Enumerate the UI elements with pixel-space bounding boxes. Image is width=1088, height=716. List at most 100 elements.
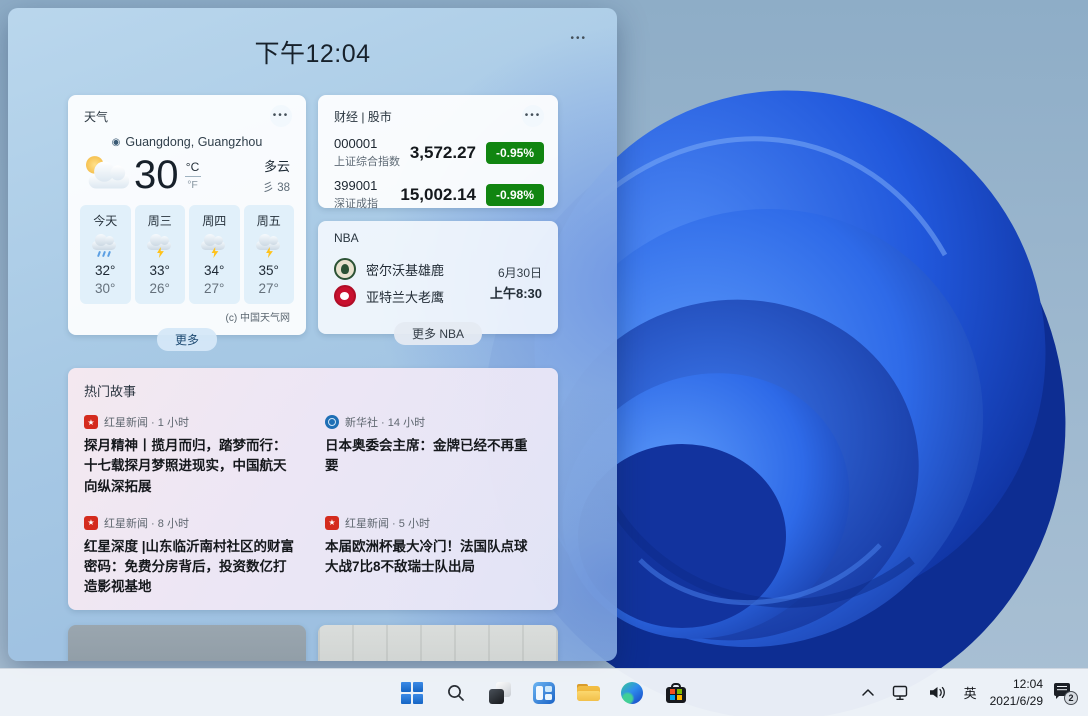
weather-aqi: 彡 38 — [263, 179, 291, 195]
search-button[interactable] — [436, 673, 476, 713]
weather-more-button[interactable]: 更多 — [157, 328, 217, 351]
stock-code: 399001 — [334, 178, 378, 193]
weather-widget[interactable]: 天气 ••• ◉ Guangdong, Guangzhou 30 °C °F 多… — [68, 95, 306, 335]
news-item[interactable]: ★ 红星新闻 · 1 小时 探月精神丨揽月而归，踏梦而行：十七载探月梦照进现实，… — [84, 414, 295, 497]
network-button[interactable] — [888, 681, 915, 705]
tray-clock[interactable]: 12:04 2021/6/29 — [990, 676, 1043, 708]
hongxing-news-icon: ★ — [84, 516, 98, 530]
stock-change-badge: -0.95% — [486, 142, 544, 164]
weather-attribution: (c) 中国天气网 — [68, 304, 306, 324]
nba-more-button[interactable]: 更多 NBA — [394, 322, 482, 345]
notification-center-button[interactable]: 2 — [1052, 681, 1078, 705]
hongxing-news-icon: ★ — [84, 415, 98, 429]
bucks-logo-icon — [334, 258, 356, 280]
news-item[interactable]: ★ 红星新闻 · 5 小时 本届欧洲杯最大冷门！法国队点球大战7比8不敌瑞士队出… — [325, 515, 536, 598]
thunderstorm-icon — [199, 235, 229, 259]
hawks-logo-icon — [334, 285, 356, 307]
team-name: 亚特兰大老鹰 — [366, 287, 444, 306]
unit-divider — [185, 176, 201, 177]
stock-change-badge: -0.98% — [486, 184, 544, 206]
weather-menu-button[interactable]: ••• — [270, 105, 292, 127]
ellipsis-icon: ••• — [525, 111, 542, 121]
forecast-day[interactable]: 周四 34° 27° — [189, 205, 240, 304]
tray-time: 12:04 — [990, 676, 1043, 692]
stock-row[interactable]: 000001 上证综合指数 3,572.27 -0.95% — [318, 127, 558, 169]
taskbar: 英 12:04 2021/6/29 2 — [0, 668, 1088, 716]
start-button[interactable] — [392, 673, 432, 713]
unit-toggle[interactable]: °C °F — [185, 160, 201, 191]
stock-name: 深证成指 — [334, 195, 378, 211]
news-headline: 红星深度 |山东临沂南村社区的财富密码：免费分房背后，投资数亿打造影视基地 — [84, 537, 295, 598]
news-headline: 日本奥委会主席：金牌已经不再重要 — [325, 436, 536, 477]
weather-location[interactable]: ◉ Guangdong, Guangzhou — [68, 135, 306, 149]
tray-overflow-button[interactable] — [857, 683, 879, 703]
thunderstorm-icon — [254, 235, 284, 259]
task-view-icon — [489, 682, 511, 704]
news-headline: 探月精神丨揽月而归，踏梦而行：十七载探月梦照进现实，中国航天向纵深拓展 — [84, 436, 295, 497]
location-pin-icon: ◉ — [112, 137, 121, 148]
microsoft-store-icon — [666, 683, 686, 703]
news-thumbnail-card[interactable] — [68, 625, 306, 661]
news-item[interactable]: ★ 红星新闻 · 8 小时 红星深度 |山东临沂南村社区的财富密码：免费分房背后… — [84, 515, 295, 598]
stock-value: 3,572.27 — [410, 143, 476, 163]
xinhua-news-icon — [325, 415, 339, 429]
game-date: 6月30日 — [490, 264, 542, 281]
file-explorer-button[interactable] — [568, 673, 608, 713]
forecast-day[interactable]: 今天 32° 30° — [80, 205, 131, 304]
news-meta: 红星新闻 · 5 小时 — [345, 515, 430, 531]
folder-icon — [577, 684, 600, 701]
panel-clock: 下午12:04 — [8, 34, 617, 70]
widgets-button[interactable] — [524, 673, 564, 713]
news-headline: 本届欧洲杯最大冷门！法国队点球大战7比8不敌瑞士队出局 — [325, 537, 536, 578]
edge-icon — [621, 682, 643, 704]
speaker-icon — [928, 685, 947, 700]
edge-button[interactable] — [612, 673, 652, 713]
forecast-day[interactable]: 周三 33° 26° — [135, 205, 186, 304]
news-item[interactable]: 新华社 · 14 小时 日本奥委会主席：金牌已经不再重要 — [325, 414, 536, 497]
ime-indicator[interactable]: 英 — [960, 679, 981, 706]
stories-title: 热门故事 — [68, 368, 558, 400]
news-meta: 新华社 · 14 小时 — [345, 414, 425, 430]
current-temperature: 30 — [134, 155, 179, 195]
news-thumbnail-card[interactable] — [318, 625, 558, 661]
widgets-panel: 下午12:04 ••• 天气 ••• ◉ Guangdong, Guangzho… — [8, 8, 617, 661]
forecast-day[interactable]: 周五 35° 27° — [244, 205, 295, 304]
ellipsis-icon: ••• — [273, 111, 290, 121]
search-icon — [445, 682, 467, 704]
tray-date: 2021/6/29 — [990, 693, 1043, 709]
team-row: 密尔沃基雄鹿 — [334, 258, 444, 280]
nba-widget[interactable]: NBA 密尔沃基雄鹿 亚特兰大老鹰 6月30日 上午8:30 — [318, 221, 558, 334]
thunderstorm-icon — [145, 235, 175, 259]
hongxing-news-icon: ★ — [325, 516, 339, 530]
panel-menu-button[interactable]: ••• — [564, 24, 593, 50]
finance-menu-button[interactable]: ••• — [522, 105, 544, 127]
ellipsis-icon: ••• — [570, 33, 587, 44]
stock-value: 15,002.14 — [400, 185, 476, 205]
windows-logo-icon — [401, 682, 423, 704]
top-stories-widget: 热门故事 ★ 红星新闻 · 1 小时 探月精神丨揽月而归，踏梦而行：十七载探月梦… — [68, 368, 558, 610]
partly-cloudy-icon — [86, 157, 137, 192]
store-button[interactable] — [656, 673, 696, 713]
widgets-icon — [533, 682, 555, 704]
rain-icon — [90, 235, 120, 259]
weather-title: 天气 — [84, 108, 108, 125]
volume-button[interactable] — [924, 681, 951, 704]
celsius-label[interactable]: °C — [186, 160, 199, 174]
task-view-button[interactable] — [480, 673, 520, 713]
stock-row[interactable]: 399001 深证成指 15,002.14 -0.98% — [318, 169, 558, 211]
nba-title: NBA — [334, 231, 359, 245]
fahrenheit-label[interactable]: °F — [187, 179, 198, 191]
desktop: 下午12:04 ••• 天气 ••• ◉ Guangdong, Guangzho… — [0, 0, 1088, 716]
stock-name: 上证综合指数 — [334, 153, 400, 169]
forecast-row: 今天 32° 30° 周三 33° 26° 周四 34° 27° — [68, 195, 306, 304]
finance-title: 财经 | 股市 — [334, 108, 392, 125]
weather-location-label: Guangdong, Guangzhou — [125, 135, 262, 149]
network-icon — [892, 685, 911, 701]
finance-widget[interactable]: 财经 | 股市 ••• 000001 上证综合指数 3,572.27 -0.95… — [318, 95, 558, 208]
notification-badge: 2 — [1064, 691, 1078, 705]
team-name: 密尔沃基雄鹿 — [366, 260, 444, 279]
team-row: 亚特兰大老鹰 — [334, 285, 444, 307]
news-meta: 红星新闻 · 1 小时 — [104, 414, 189, 430]
news-meta: 红星新闻 · 8 小时 — [104, 515, 189, 531]
game-time: 上午8:30 — [490, 283, 542, 302]
